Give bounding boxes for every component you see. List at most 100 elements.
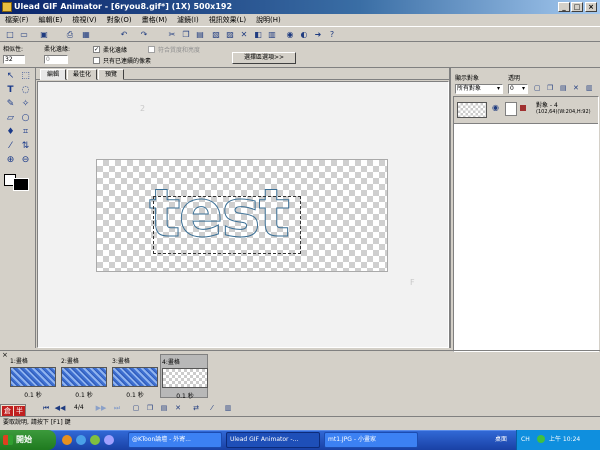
delete-icon[interactable]: ✕ xyxy=(573,84,579,92)
brush-icon[interactable]: ✎ xyxy=(4,98,17,110)
zoom-in-icon[interactable]: ⊕ xyxy=(4,154,17,166)
print-icon[interactable]: ⎙ xyxy=(64,29,76,40)
menu-object[interactable]: 對象(O) xyxy=(102,14,137,26)
previous-frame-icon[interactable]: ◀◀ xyxy=(54,403,66,414)
frame-4-selected[interactable]: 4:畫格 0.1 秒 xyxy=(160,354,209,400)
panel-divider[interactable] xyxy=(449,68,451,348)
eraser-icon[interactable]: ▱ xyxy=(4,112,17,124)
chevron-down-icon[interactable]: ▾ xyxy=(522,85,525,92)
antialias-checkbox[interactable]: ✓ xyxy=(93,46,100,53)
zoom-out-icon[interactable]: ⊖ xyxy=(19,154,32,166)
first-frame-icon[interactable]: ⏮ xyxy=(40,403,52,414)
web-icon[interactable]: ◉ xyxy=(284,29,296,40)
paste-icon[interactable]: ▤ xyxy=(194,29,206,40)
ime-width-button[interactable]: 半 xyxy=(14,406,25,416)
image-canvas[interactable]: test xyxy=(96,159,388,272)
ie-icon[interactable] xyxy=(76,435,86,445)
text-icon[interactable]: T xyxy=(4,84,17,96)
menu-help[interactable]: 說明(H) xyxy=(251,14,286,26)
save-icon[interactable]: ▣ xyxy=(38,29,50,40)
minimize-button[interactable]: _ xyxy=(558,2,570,12)
tab-preview[interactable]: 預覽 xyxy=(98,69,124,80)
desktop-label[interactable]: 桌面 xyxy=(495,430,507,450)
frame-3[interactable]: 3:畫格 0.1 秒 xyxy=(111,354,159,399)
frame-delay[interactable]: 0.1 秒 xyxy=(111,390,159,399)
select-options-button[interactable]: 選擇區選項>> xyxy=(232,52,296,64)
display-object-select[interactable]: 所有對象 xyxy=(455,84,503,94)
hue-checkbox[interactable] xyxy=(148,46,155,53)
open-icon[interactable]: ▭ xyxy=(18,29,30,40)
paste-frame-icon[interactable]: ▤ xyxy=(158,403,170,414)
frame-delay[interactable]: 0.1 秒 xyxy=(9,390,57,399)
preview-icon[interactable]: ▦ xyxy=(80,29,92,40)
contiguous-checkbox[interactable] xyxy=(93,57,100,64)
wand-icon[interactable]: ✧ xyxy=(19,98,32,110)
tolerance-field[interactable]: 32 xyxy=(3,55,25,64)
add-frame-icon[interactable]: ▢ xyxy=(130,403,142,414)
frame-delay[interactable]: 0.1 秒 xyxy=(161,391,209,400)
last-frame-icon[interactable]: ⏭ xyxy=(111,403,123,414)
duplicate-object-icon[interactable]: ❐ xyxy=(547,84,553,92)
eyedropper-icon[interactable]: ⁄ xyxy=(4,140,17,152)
firefox-icon[interactable] xyxy=(62,435,72,445)
ellipse-icon[interactable]: ○ xyxy=(19,112,32,124)
color-swatch-icon[interactable] xyxy=(13,178,29,191)
properties-icon[interactable]: ▥ xyxy=(266,29,278,40)
frame-props-icon[interactable]: ▥ xyxy=(222,403,234,414)
frame-delay[interactable]: 0.1 秒 xyxy=(60,390,108,399)
new-object-icon[interactable]: ▢ xyxy=(534,84,541,92)
language-indicator[interactable]: CH xyxy=(521,430,530,450)
transform-icon[interactable]: ⇅ xyxy=(19,140,32,152)
image-icon[interactable]: ▧ xyxy=(210,29,222,40)
duplicate-frame-icon[interactable]: ❐ xyxy=(144,403,156,414)
pointer-icon[interactable]: ↖ xyxy=(4,70,17,82)
ime-mode-button[interactable]: 倉 xyxy=(2,406,13,416)
tab-edit[interactable]: 編輯 xyxy=(40,69,66,80)
menu-edit[interactable]: 編輯(E) xyxy=(34,14,68,26)
antialias-field[interactable]: 0 xyxy=(44,55,68,64)
lasso-icon[interactable]: ◌ xyxy=(19,84,32,96)
chevron-down-icon[interactable]: ▾ xyxy=(497,85,500,92)
undo-icon[interactable]: ↶ xyxy=(118,29,130,40)
next-frame-icon[interactable]: ▶▶ xyxy=(95,403,107,414)
tween-icon[interactable]: ⇄ xyxy=(190,403,202,414)
menu-file[interactable]: 檔案(F) xyxy=(0,14,34,26)
close-icon[interactable]: × xyxy=(2,351,8,359)
crop-icon[interactable]: ⌗ xyxy=(19,126,32,138)
paste-object-icon[interactable]: ▤ xyxy=(560,84,567,92)
lock-box[interactable] xyxy=(505,102,517,116)
network-icon[interactable] xyxy=(537,435,545,443)
frame-icon[interactable]: ▨ xyxy=(224,29,236,40)
optimize-icon[interactable]: ◐ xyxy=(298,29,310,40)
task-gif-animator[interactable]: Ulead GIF Animator -... xyxy=(226,432,320,448)
frame-1[interactable]: 1:畫格 0.1 秒 xyxy=(9,354,57,399)
redo-icon[interactable]: ↷ xyxy=(138,29,150,40)
maximize-button[interactable]: □ xyxy=(571,2,583,12)
close-button[interactable]: × xyxy=(585,2,597,12)
menu-view[interactable]: 檢視(V) xyxy=(67,14,101,26)
delete-icon[interactable]: ✕ xyxy=(238,29,250,40)
layer-icon[interactable]: ◧ xyxy=(252,29,264,40)
clock[interactable]: 上午 10:24 xyxy=(549,430,580,450)
properties-icon[interactable]: ⁄ xyxy=(206,403,218,414)
delete-frame-icon[interactable]: ✕ xyxy=(172,403,184,414)
fill-icon[interactable]: ♦ xyxy=(4,126,17,138)
object-row[interactable]: ◉ 對象 - 4 (102,64)(W:204,H:92) xyxy=(454,97,598,124)
menu-video-effects[interactable]: 視訊效果(L) xyxy=(204,14,251,26)
cut-icon[interactable]: ✂ xyxy=(166,29,178,40)
eye-icon[interactable]: ◉ xyxy=(492,103,499,112)
help-icon[interactable]: ? xyxy=(326,29,338,40)
task-paint[interactable]: mt1.JPG - 小畫家 xyxy=(324,432,418,448)
tab-optimize[interactable]: 最佳化 xyxy=(67,69,97,80)
menu-filter[interactable]: 濾鏡(I) xyxy=(172,14,204,26)
menu-frame[interactable]: 畫格(M) xyxy=(137,14,173,26)
desktop-icon[interactable] xyxy=(90,435,100,445)
new-icon[interactable]: □ xyxy=(4,29,16,40)
selection-marquee[interactable] xyxy=(153,196,301,254)
copy-icon[interactable]: ❐ xyxy=(180,29,192,40)
select-icon[interactable]: ⬚ xyxy=(19,70,32,82)
export-icon[interactable]: ➜ xyxy=(312,29,324,40)
media-icon[interactable] xyxy=(104,435,114,445)
frame-2[interactable]: 2:畫格 0.1 秒 xyxy=(60,354,108,399)
task-ktoon-forum[interactable]: @KToon論壇 - 外寄... xyxy=(128,432,222,448)
